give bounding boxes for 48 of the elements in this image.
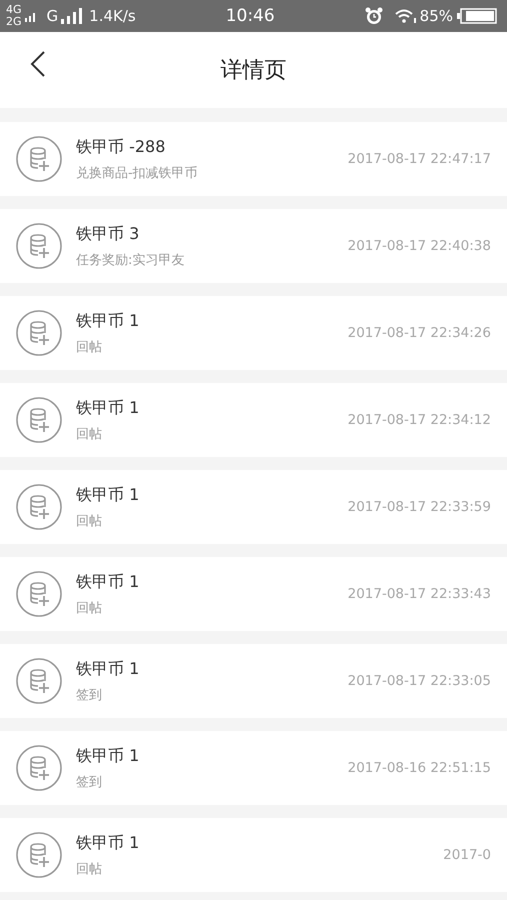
back-icon <box>30 50 46 78</box>
record-description: 回帖 <box>76 338 103 356</box>
record-title: 铁甲币 1 <box>76 484 140 506</box>
record-time: 2017-08-17 22:33:43 <box>348 586 491 602</box>
record-description: 回帖 <box>76 426 103 442</box>
record-time: 2017-08-17 22:34:12 <box>348 412 491 428</box>
record-description: 回帖 <box>76 860 103 878</box>
record-title: 铁甲币 1 <box>76 746 140 766</box>
record-title: 铁甲币 1 <box>76 398 140 418</box>
record-title: 铁甲币 3 <box>76 224 140 244</box>
network-label: 2G <box>6 16 22 28</box>
battery-icon <box>457 8 497 24</box>
alarm-icon <box>364 7 383 25</box>
record-time: 2017-08-17 22:34:26 <box>348 325 491 341</box>
record-time: 2017-08-17 22:47:17 <box>348 151 491 167</box>
coin-stack-add-icon <box>16 484 62 530</box>
record-description: 回帖 <box>76 512 103 530</box>
record-time: 2017-08-16 22:51:15 <box>348 760 491 776</box>
record-title: 铁甲币 -288 <box>76 136 166 158</box>
coin-stack-add-icon <box>16 310 62 356</box>
coin-stack-add-icon <box>16 658 62 704</box>
page-title: 详情页 <box>220 57 286 85</box>
signal-icon <box>61 8 84 24</box>
record-description: 任务奖励:实习甲友 <box>76 252 186 268</box>
coin-stack-add-icon <box>16 397 62 443</box>
record-description: 兑换商品-扣减铁甲币 <box>76 164 199 182</box>
record-title: 铁甲币 1 <box>76 658 140 680</box>
clock-time: 10:46 <box>226 6 275 26</box>
record-title: 铁甲币 1 <box>76 310 140 332</box>
coin-stack-add-icon <box>16 136 62 182</box>
battery-percent: 85% <box>420 7 453 25</box>
network-speed: 1.4K/s <box>89 7 136 25</box>
record-time: 2017-08-17 22:33:59 <box>348 499 491 515</box>
record-time: 2017-0 <box>443 847 491 863</box>
record-time: 2017-08-17 22:40:38 <box>348 238 491 254</box>
coin-stack-add-icon <box>16 571 62 617</box>
coin-stack-add-icon <box>16 832 62 878</box>
record-description: 签到 <box>76 686 103 704</box>
record-description: 回帖 <box>76 600 103 616</box>
network-label: 4G <box>6 4 22 16</box>
coin-stack-add-icon <box>16 745 62 791</box>
record-title: 铁甲币 1 <box>76 832 140 854</box>
record-description: 签到 <box>76 774 103 790</box>
record-title: 铁甲币 1 <box>76 572 140 592</box>
record-time: 2017-08-17 22:33:05 <box>348 673 491 689</box>
coin-stack-add-icon <box>16 223 62 269</box>
network-label: G <box>46 7 58 25</box>
wifi-icon <box>394 9 417 23</box>
